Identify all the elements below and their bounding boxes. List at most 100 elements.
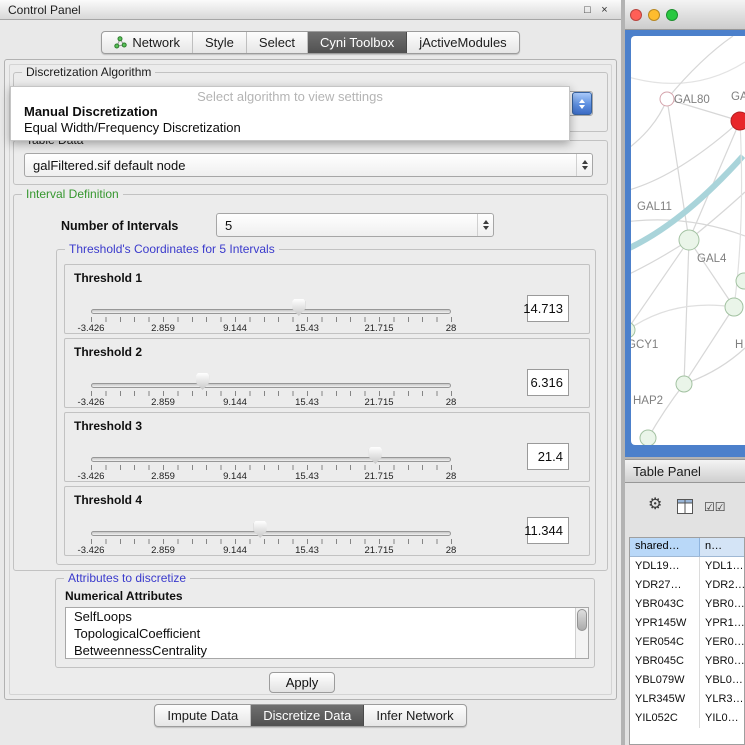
- bottom-tab-segments: Impute Data Discretize Data Infer Network: [154, 704, 466, 727]
- attributes-group-title: Attributes to discretize: [64, 571, 190, 585]
- attribute-list-item[interactable]: TopologicalCoefficient: [66, 625, 588, 642]
- algorithm-option-manual-discretization[interactable]: Manual Discretization: [11, 104, 569, 120]
- table-row[interactable]: YBR043CYBR0…: [630, 595, 744, 614]
- table-row[interactable]: YBR045CYBR0…: [630, 652, 744, 671]
- combobox-arrows-icon[interactable]: [477, 214, 493, 236]
- table-cell-name: YIL0…: [700, 709, 744, 728]
- slider-track[interactable]: [91, 531, 451, 536]
- attributes-list: SelfLoopsTopologicalCoefficientBetweenne…: [66, 608, 588, 659]
- network-icon: [114, 36, 127, 49]
- slider-scale-label: -3.426: [73, 545, 109, 556]
- network-node[interactable]: [676, 376, 692, 392]
- threshold-box-2: Threshold 2-3.4262.8599.14415.4321.71528…: [64, 338, 590, 408]
- slider-scale-label: 9.144: [217, 397, 253, 408]
- tab-infer-network[interactable]: Infer Network: [364, 705, 465, 726]
- network-node[interactable]: [631, 322, 635, 338]
- table-cell-name: YDL1…: [700, 557, 744, 576]
- tab-jactivemodules[interactable]: jActiveModules: [407, 32, 518, 53]
- scrollbar-thumb[interactable]: [577, 609, 587, 631]
- table-panel: ⚙ ☑☑ shared… n… YDL19…YDL1…YDR27…YDR2…YB…: [625, 483, 745, 745]
- table-row[interactable]: YER054CYER0…: [630, 633, 744, 652]
- slider-track[interactable]: [91, 383, 451, 388]
- node-attribute-table: shared… n… YDL19…YDL1…YDR27…YDR2…YBR043C…: [629, 537, 745, 745]
- slider-scale-label: 9.144: [217, 323, 253, 334]
- list-scrollbar[interactable]: [575, 608, 588, 658]
- tab-discretize-data[interactable]: Discretize Data: [251, 705, 364, 726]
- stepper-up-icon: [579, 99, 585, 103]
- attribute-list-item[interactable]: SelfLoops: [66, 608, 588, 625]
- network-node[interactable]: [679, 230, 699, 250]
- table-row[interactable]: YDL19…YDL1…: [630, 557, 744, 576]
- control-panel-title: Control Panel: [8, 3, 579, 17]
- apply-button[interactable]: Apply: [269, 672, 335, 693]
- tab-label: Discretize Data: [263, 708, 351, 723]
- node-label: GAL11: [637, 201, 672, 213]
- tab-style[interactable]: Style: [193, 32, 247, 53]
- discretization-algorithm-group-title: Discretization Algorithm: [22, 65, 155, 79]
- network-node[interactable]: [640, 430, 656, 445]
- attributes-listbox[interactable]: SelfLoopsTopologicalCoefficientBetweenne…: [65, 607, 589, 659]
- threshold-value-field[interactable]: 6.316: [527, 369, 569, 396]
- number-of-intervals-value: 5: [217, 218, 477, 233]
- table-cell-name: YBR0…: [700, 595, 744, 614]
- dropdown-prompt: Select algorithm to view settings: [11, 89, 569, 104]
- thresholds-group: Threshold's Coordinates for 5 Intervals …: [56, 249, 596, 565]
- table-cell-name: YDR2…: [700, 576, 744, 595]
- checkbox-filter-icons[interactable]: ☑☑: [704, 500, 726, 514]
- node-label: GAL80: [674, 94, 710, 106]
- threshold-value-field[interactable]: 14.713: [527, 295, 569, 322]
- network-canvas[interactable]: GAL80GAGAL11GAL4GCY1HHAP2: [631, 36, 745, 445]
- tab-network[interactable]: Network: [102, 32, 193, 53]
- tab-impute-data[interactable]: Impute Data: [155, 705, 251, 726]
- table-data-combobox[interactable]: galFiltered.sif default node: [24, 153, 593, 177]
- slider-scale-label: 15.43: [289, 397, 325, 408]
- zoom-window-icon[interactable]: [666, 9, 678, 21]
- close-panel-icon[interactable]: ×: [596, 4, 613, 16]
- control-panel-titlebar: Control Panel □ ×: [0, 0, 621, 20]
- threshold-value-field[interactable]: 21.4: [527, 443, 569, 470]
- network-edge: [648, 384, 684, 438]
- column-header-name[interactable]: n…: [700, 538, 744, 556]
- control-panel: Control Panel □ × Network Style SelectCyni…: [0, 0, 621, 745]
- tab-cyni-toolbox[interactable]: Cyni Toolbox: [308, 32, 407, 53]
- network-node[interactable]: [731, 112, 745, 130]
- algorithm-option-equal-width-frequency-discretization[interactable]: Equal Width/Frequency Discretization: [11, 120, 569, 136]
- combobox-arrows-icon[interactable]: [576, 154, 592, 176]
- slider-track[interactable]: [91, 309, 451, 314]
- table-cell-shared-name: YIL052C: [630, 709, 700, 728]
- tab-select[interactable]: Select: [247, 32, 308, 53]
- tab-label: Impute Data: [167, 708, 238, 723]
- network-node[interactable]: [660, 92, 674, 106]
- attributes-group: Attributes to discretize Numerical Attri…: [55, 578, 595, 668]
- tab-label: Style: [205, 35, 234, 50]
- float-panel-icon[interactable]: □: [579, 4, 596, 16]
- table-cell-shared-name: YBL079W: [630, 671, 700, 690]
- slider-track[interactable]: [91, 457, 451, 462]
- network-edge: [684, 348, 745, 384]
- table-row[interactable]: YBL079WYBL0…: [630, 671, 744, 690]
- slider-scale-label: 2.859: [145, 397, 181, 408]
- number-of-intervals-combobox[interactable]: 5: [216, 213, 494, 237]
- table-row[interactable]: YIL052CYIL0…: [630, 709, 744, 728]
- slider-scale-label: 28: [433, 397, 469, 408]
- attribute-list-item[interactable]: BetweennessCentrality: [66, 642, 588, 659]
- close-window-icon[interactable]: [630, 9, 642, 21]
- minimize-window-icon[interactable]: [648, 9, 660, 21]
- network-edge: [667, 36, 733, 99]
- column-header-shared-name[interactable]: shared…: [630, 538, 700, 556]
- table-cell-shared-name: YLR345W: [630, 690, 700, 709]
- threshold-label: Threshold 4: [74, 493, 142, 507]
- combobox-stepper-icon[interactable]: [572, 92, 592, 115]
- network-edge: [631, 305, 734, 332]
- settings-gear-icon[interactable]: ⚙: [648, 497, 662, 513]
- network-node[interactable]: [725, 298, 743, 316]
- table-row[interactable]: YPR145WYPR1…: [630, 614, 744, 633]
- threshold-value-field[interactable]: 11.344: [527, 517, 569, 544]
- slider-ticks-icon: [91, 317, 452, 322]
- table-row[interactable]: YDR27…YDR2…: [630, 576, 744, 595]
- column-selector-icon[interactable]: [677, 499, 693, 519]
- slider-scale-label: -3.426: [73, 471, 109, 482]
- slider-scale-label: 2.859: [145, 545, 181, 556]
- table-row[interactable]: YLR345WYLR3…: [630, 690, 744, 709]
- network-edge: [689, 240, 734, 307]
